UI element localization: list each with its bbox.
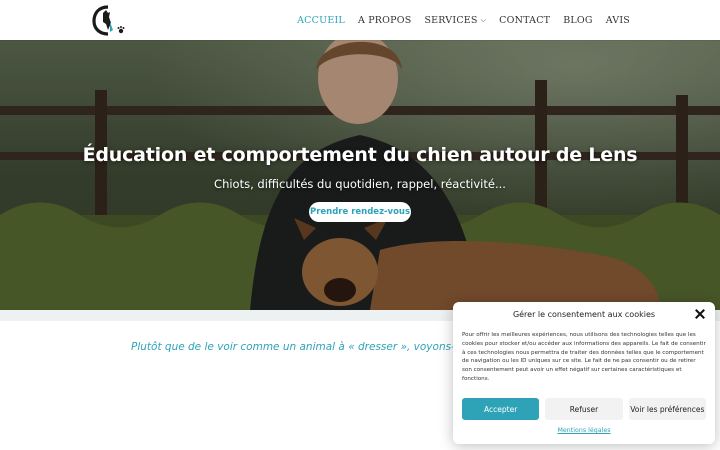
- refuse-cookies-button[interactable]: Refuser: [545, 398, 623, 420]
- main-nav: ACCUEIL A PROPOS SERVICES ⌵ CONTACT BLOG …: [297, 0, 630, 40]
- chevron-down-icon: ⌵: [480, 15, 487, 24]
- nav-blog-label: BLOG: [563, 14, 593, 26]
- site-header: ACCUEIL A PROPOS SERVICES ⌵ CONTACT BLOG …: [0, 0, 720, 40]
- nav-contact[interactable]: CONTACT: [499, 15, 550, 26]
- book-appointment-button[interactable]: Prendre rendez-vous: [309, 202, 411, 222]
- nav-a-propos-label: A PROPOS: [357, 14, 412, 26]
- hero-title: Éducation et comportement du chien autou…: [82, 144, 638, 166]
- nav-avis[interactable]: AVIS: [606, 15, 630, 26]
- accept-cookies-button[interactable]: Accepter: [462, 398, 540, 420]
- nav-accueil[interactable]: ACCUEIL: [297, 15, 345, 26]
- nav-blog[interactable]: BLOG: [563, 15, 592, 26]
- cookie-title: Gérer le consentement aux cookies: [512, 310, 656, 319]
- nav-accueil-label: ACCUEIL: [297, 14, 345, 26]
- cookie-preferences-button[interactable]: Voir les préférences: [628, 398, 706, 420]
- site-logo[interactable]: [90, 4, 130, 36]
- hero-background-image: [0, 40, 720, 310]
- intro-text: Plutôt que de le voir comme un animal à …: [131, 341, 507, 353]
- cookie-description: Pour offrir les meilleures expériences, …: [462, 332, 706, 382]
- hero-subtitle: Chiots, difficultés du quotidien, rappel…: [214, 177, 506, 191]
- nav-services-label: SERVICES: [424, 14, 478, 26]
- nav-avis-label: AVIS: [605, 14, 630, 26]
- nav-services[interactable]: SERVICES ⌵: [424, 15, 486, 26]
- legal-notice-link[interactable]: Mentions légales: [453, 427, 715, 434]
- nav-a-propos[interactable]: A PROPOS: [358, 15, 412, 26]
- hero-section: Éducation et comportement du chien autou…: [0, 40, 720, 310]
- close-icon[interactable]: [694, 308, 706, 320]
- cookie-button-row: Accepter Refuser Voir les préférences: [462, 398, 706, 420]
- nav-contact-label: CONTACT: [499, 14, 551, 26]
- cookie-consent-banner: Gérer le consentement aux cookies Pour o…: [453, 302, 715, 444]
